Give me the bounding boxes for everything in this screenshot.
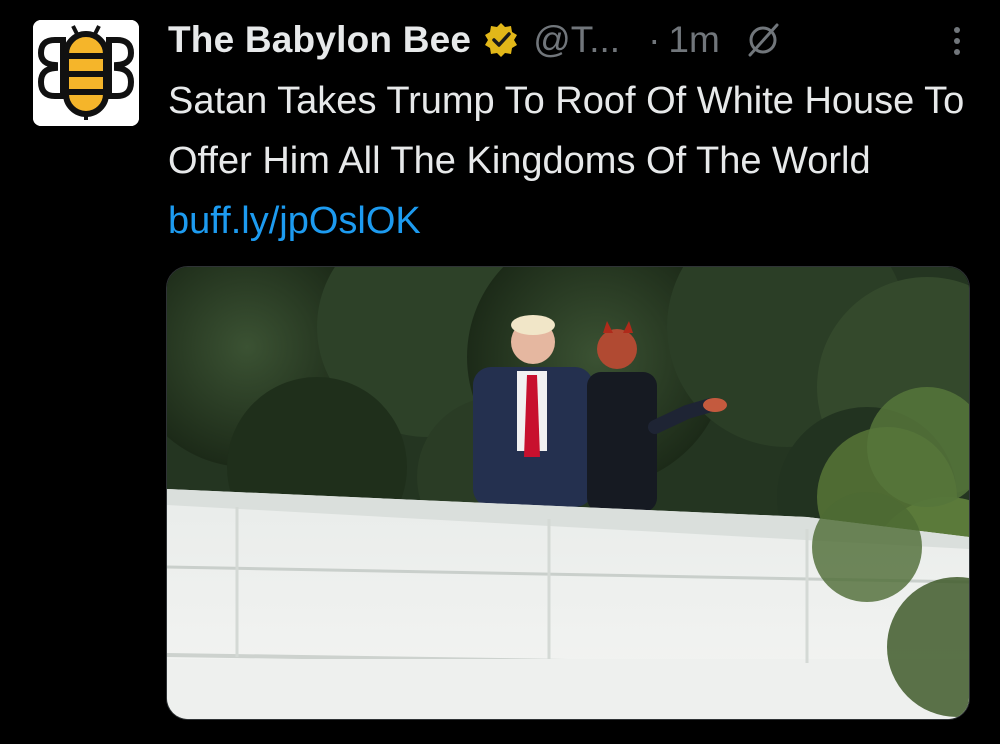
author-name[interactable]: The Babylon Bee bbox=[168, 19, 471, 61]
more-options-icon[interactable] bbox=[944, 22, 970, 60]
time-separator: · bbox=[648, 19, 661, 60]
grok-icon[interactable] bbox=[744, 21, 782, 59]
tweet-header: The Babylon Bee @T... · 1m bbox=[168, 12, 970, 68]
post-time[interactable]: 1m bbox=[668, 19, 719, 61]
photo-illustration bbox=[167, 267, 969, 719]
bee-logo-icon bbox=[33, 20, 139, 126]
author-handle[interactable]: @T... bbox=[533, 19, 620, 61]
avatar[interactable] bbox=[33, 20, 139, 126]
verified-badge-icon[interactable] bbox=[483, 22, 519, 58]
tweet-link[interactable]: buff.ly/jpOslOK bbox=[168, 200, 421, 242]
tweet-image[interactable] bbox=[166, 266, 970, 720]
tweet[interactable]: The Babylon Bee @T... · 1m Satan Takes T… bbox=[0, 0, 1000, 744]
tweet-text: Satan Takes Trump To Roof Of White House… bbox=[168, 71, 968, 251]
tweet-headline: Satan Takes Trump To Roof Of White House… bbox=[168, 80, 965, 182]
